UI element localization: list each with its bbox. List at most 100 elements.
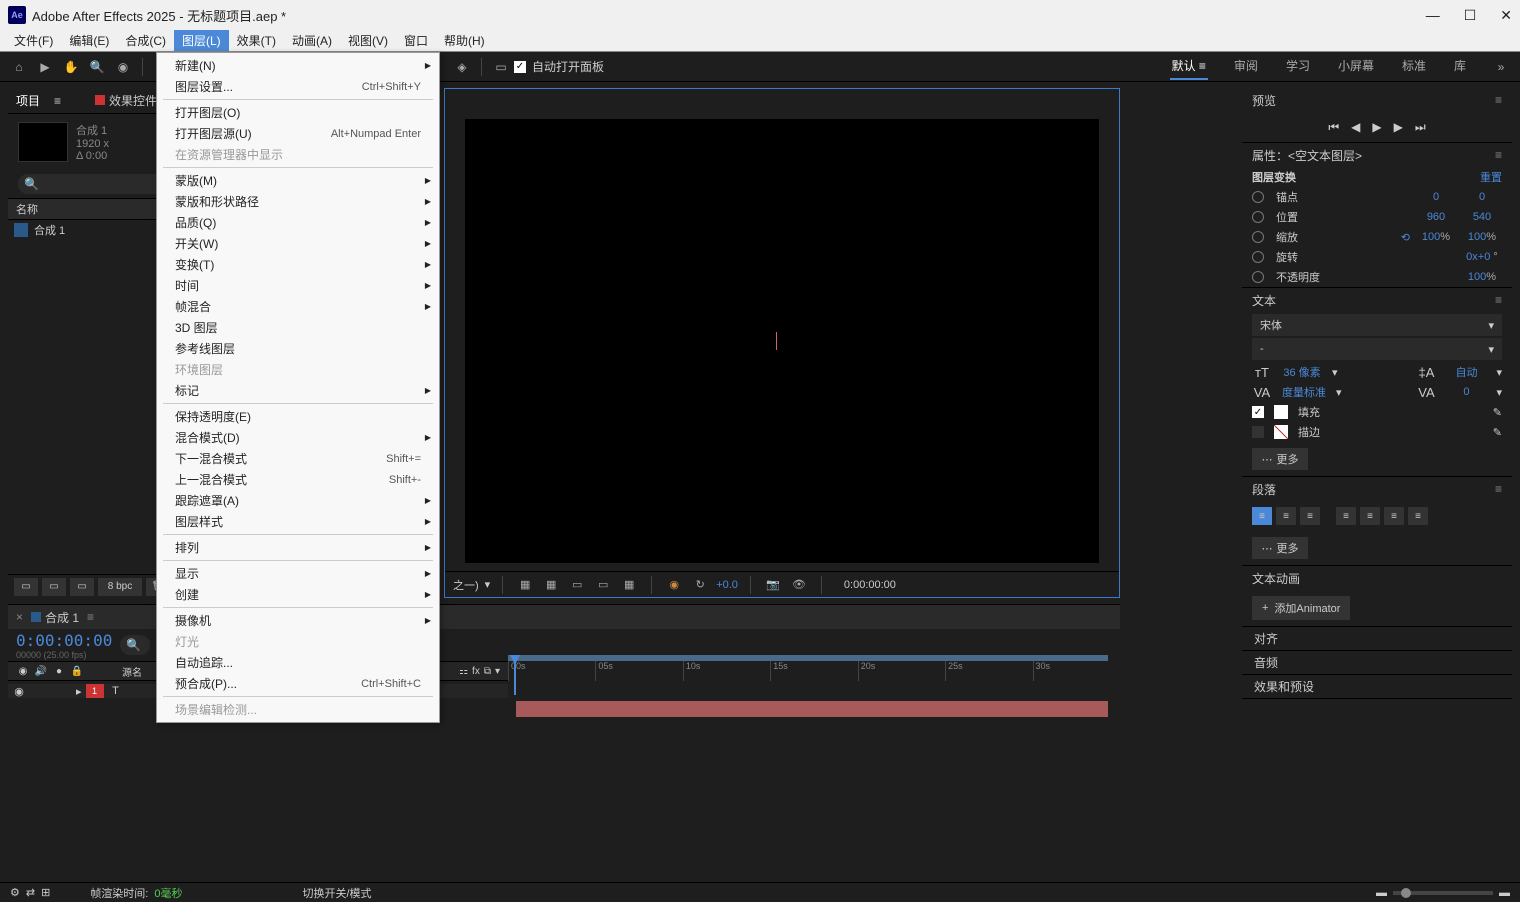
- dropdown-arrow-icon[interactable]: ▾: [1496, 366, 1502, 379]
- effects-icon[interactable]: ⚙: [10, 886, 20, 899]
- menu-item[interactable]: 变换(T)▶: [157, 254, 439, 275]
- auto-open-checkbox[interactable]: ✓: [514, 61, 526, 73]
- eye-column-icon[interactable]: ◉: [16, 666, 30, 677]
- stopwatch-icon[interactable]: [1252, 211, 1264, 223]
- dropdown-arrow-icon[interactable]: ▾: [1332, 366, 1338, 379]
- more-icon[interactable]: »: [1490, 56, 1512, 78]
- menu-item[interactable]: 新建(N)▶: [157, 55, 439, 76]
- align-right-icon[interactable]: ≡: [1300, 507, 1320, 525]
- menu-item[interactable]: 保持透明度(E): [157, 406, 439, 427]
- anchor-y[interactable]: 0: [1462, 191, 1502, 203]
- workspace-审阅[interactable]: 审阅: [1232, 53, 1260, 80]
- stopwatch-icon[interactable]: [1252, 251, 1264, 263]
- exposure-value[interactable]: +0.0: [716, 579, 738, 591]
- zoom-dropdown[interactable]: 之一): [453, 577, 479, 593]
- menu-item[interactable]: 3D 图层: [157, 317, 439, 338]
- paragraph-title[interactable]: 段落: [1252, 481, 1276, 498]
- justify-right-icon[interactable]: ≡: [1384, 507, 1404, 525]
- text-panel-title[interactable]: 文本: [1252, 292, 1276, 309]
- font-size[interactable]: 36 像素: [1282, 364, 1322, 380]
- opacity-value[interactable]: 100%: [1462, 271, 1502, 283]
- menu-item[interactable]: 跟踪遮罩(A)▶: [157, 490, 439, 511]
- effect-controls-tab[interactable]: 效果控件: [109, 94, 157, 108]
- menu-item[interactable]: 打开图层源(U)Alt+Numpad Enter: [157, 123, 439, 144]
- menu-item[interactable]: 混合模式(D)▶: [157, 427, 439, 448]
- zoom-tool-icon[interactable]: 🔍: [86, 56, 108, 78]
- menu-item[interactable]: 蒙版和形状路径▶: [157, 191, 439, 212]
- eyedropper-icon[interactable]: ✎: [1493, 406, 1502, 419]
- menu-icon[interactable]: ≡: [54, 94, 61, 108]
- fx-icon[interactable]: fx: [472, 666, 480, 677]
- maximize-button[interactable]: ☐: [1464, 7, 1477, 24]
- eyedropper-icon[interactable]: ✎: [1493, 426, 1502, 439]
- zoom-in-icon[interactable]: ▬: [1499, 887, 1510, 899]
- snap-icon[interactable]: ◈: [451, 56, 473, 78]
- project-tab[interactable]: 项目: [16, 92, 40, 109]
- selection-tool-icon[interactable]: ▶: [34, 56, 56, 78]
- bpc-button[interactable]: 8 bpc: [98, 578, 142, 596]
- timeline-tab[interactable]: 合成 1: [31, 609, 79, 626]
- panel-menu-icon[interactable]: ≡: [1495, 148, 1502, 162]
- zoom-slider[interactable]: [1393, 891, 1493, 895]
- layer-duration-bar[interactable]: [516, 701, 1108, 717]
- panel-icon[interactable]: ▭: [490, 56, 512, 78]
- fill-checkbox[interactable]: ✓: [1252, 406, 1264, 418]
- menu-item[interactable]: 上一混合模式Shift+-: [157, 469, 439, 490]
- menu-编辑(E)[interactable]: 编辑(E): [61, 30, 117, 51]
- color-mgmt-icon[interactable]: ◉: [664, 576, 684, 594]
- lock-column-icon[interactable]: 🔒: [70, 666, 84, 677]
- mask-icon[interactable]: ▭: [567, 576, 587, 594]
- dropdown-arrow-icon[interactable]: ▾: [485, 578, 491, 591]
- stopwatch-icon[interactable]: [1252, 231, 1264, 243]
- time-ruler[interactable]: 00s05s10s15s20s25s30s: [508, 661, 1120, 681]
- interpret-icon[interactable]: ▭: [14, 578, 38, 596]
- panel-menu-icon[interactable]: ≡: [1495, 93, 1502, 107]
- kerning[interactable]: 度量标准: [1282, 384, 1326, 400]
- orbit-tool-icon[interactable]: ◉: [112, 56, 134, 78]
- toggle-icon[interactable]: ⇄: [26, 886, 35, 899]
- menu-帮助(H)[interactable]: 帮助(H): [436, 30, 493, 51]
- first-frame-icon[interactable]: ⏮: [1328, 120, 1339, 135]
- menu-item[interactable]: 自动追踪...: [157, 652, 439, 673]
- folder-icon[interactable]: ▭: [42, 578, 66, 596]
- home-icon[interactable]: ⌂: [8, 56, 30, 78]
- prev-frame-icon[interactable]: ◀: [1351, 120, 1360, 134]
- justify-center-icon[interactable]: ≡: [1360, 507, 1380, 525]
- timeline-search[interactable]: 🔍: [120, 635, 150, 655]
- font-style-select[interactable]: -▾: [1252, 338, 1502, 360]
- graph-icon[interactable]: ⊞: [41, 886, 50, 899]
- scale-y[interactable]: 100%: [1462, 231, 1502, 243]
- menu-文件(F)[interactable]: 文件(F): [6, 30, 61, 51]
- source-name-column[interactable]: 源名: [122, 664, 142, 679]
- next-frame-icon[interactable]: ▶: [1394, 120, 1403, 134]
- dropdown-arrow-icon[interactable]: ▾: [495, 666, 500, 677]
- comp-thumbnail[interactable]: [18, 122, 68, 162]
- workspace-默认[interactable]: 默认 ≡: [1170, 53, 1208, 80]
- reset-button[interactable]: 重置: [1480, 169, 1502, 185]
- menu-窗口[interactable]: 窗口: [396, 30, 436, 51]
- new-comp-icon[interactable]: ▭: [70, 578, 94, 596]
- text-animation-title[interactable]: 文本动画: [1252, 570, 1300, 587]
- menu-item[interactable]: 开关(W)▶: [157, 233, 439, 254]
- reset-exposure-icon[interactable]: ↻: [690, 576, 710, 594]
- last-frame-icon[interactable]: ⏭: [1415, 120, 1426, 135]
- playhead[interactable]: [514, 655, 516, 695]
- menu-item[interactable]: 参考线图层: [157, 338, 439, 359]
- fill-swatch[interactable]: [1274, 405, 1288, 419]
- menu-item[interactable]: 显示▶: [157, 563, 439, 584]
- menu-item[interactable]: 品质(Q)▶: [157, 212, 439, 233]
- menu-item[interactable]: 创建▶: [157, 584, 439, 605]
- workspace-小屏幕[interactable]: 小屏幕: [1336, 53, 1376, 80]
- menu-item[interactable]: 排列▶: [157, 537, 439, 558]
- menu-item[interactable]: 蒙版(M)▶: [157, 170, 439, 191]
- align-center-icon[interactable]: ≡: [1276, 507, 1296, 525]
- justify-left-icon[interactable]: ≡: [1336, 507, 1356, 525]
- rotation-value[interactable]: 0x+0 °: [1462, 251, 1502, 263]
- font-family-select[interactable]: 宋体▾: [1252, 314, 1502, 336]
- grid-icon[interactable]: ▦: [619, 576, 639, 594]
- more-button[interactable]: ⋯ 更多: [1252, 537, 1308, 559]
- menu-item[interactable]: 标记▶: [157, 380, 439, 401]
- anchor-x[interactable]: 0: [1416, 191, 1456, 203]
- position-x[interactable]: 960: [1416, 211, 1456, 223]
- link-icon[interactable]: ⟲: [1401, 231, 1410, 244]
